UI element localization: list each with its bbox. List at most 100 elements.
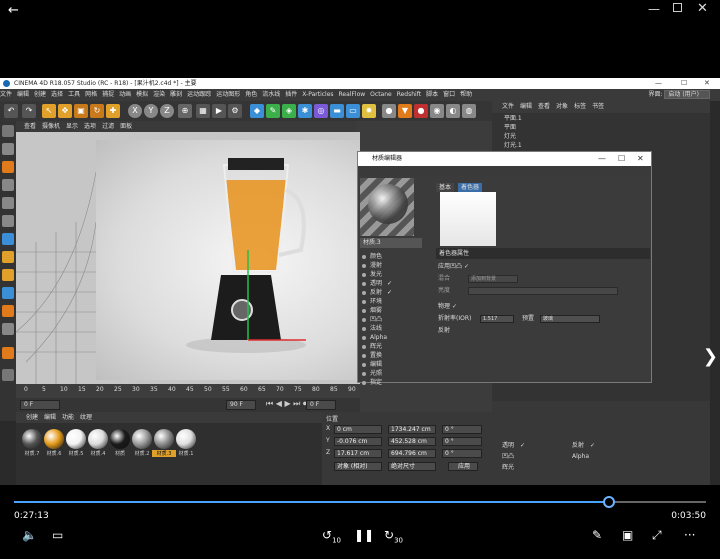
ior-field[interactable]: 1.517 xyxy=(480,315,514,323)
ior-preset-select[interactable]: 玻璃 xyxy=(540,315,600,323)
shader-color-preview[interactable] xyxy=(440,192,496,246)
material-menu-item[interactable]: 纹理 xyxy=(80,414,92,421)
mini-view-icon[interactable]: ▣ xyxy=(622,528,633,542)
frame-start-field[interactable]: 0 F xyxy=(20,400,60,410)
viewport-menu-item[interactable]: 选项 xyxy=(84,123,96,130)
frame-current-field[interactable]: 0 F xyxy=(306,400,336,410)
material-menu-item[interactable]: 编辑 xyxy=(44,414,56,421)
c4d-menu-item[interactable]: 流水线 xyxy=(262,91,280,98)
edit-pen-icon[interactable]: ✎ xyxy=(592,528,602,542)
c4d-menu-item[interactable]: 帮助 xyxy=(460,91,472,98)
timeline-ruler[interactable]: 0 5 10 15 20 25 30 35 40 45 50 55 60 65 70 75 80 85 90 xyxy=(16,384,360,398)
attribute-check[interactable]: ✓ xyxy=(590,442,595,449)
object-row[interactable]: 灯光.1 xyxy=(492,142,710,150)
c4d-menu-item[interactable]: 运动图形 xyxy=(216,91,240,98)
playback-controls-icon[interactable]: ⏮ ◀ ▶ ⏭ ⏺ xyxy=(266,399,307,409)
seek-bar[interactable] xyxy=(14,496,706,508)
size-mode-select[interactable]: 绝对尺寸 xyxy=(388,462,436,471)
video-frame[interactable]: CINEMA 4D R18.057 Studio (RC - R18) - [果… xyxy=(0,78,720,485)
me-close-button[interactable]: ✕ xyxy=(637,152,644,166)
skip-forward-button[interactable]: ↻30 xyxy=(384,528,403,544)
c4d-menu-item[interactable]: 创建 xyxy=(34,91,46,98)
material-name-field[interactable]: 材质.3 xyxy=(360,238,422,248)
object-row[interactable]: 平面 xyxy=(492,124,710,132)
frame-end-field[interactable]: 90 F xyxy=(226,400,256,410)
object-menu-item[interactable]: 编辑 xyxy=(520,103,532,110)
material-swatch[interactable] xyxy=(22,429,42,449)
material-swatch[interactable] xyxy=(110,429,130,449)
more-options-icon[interactable]: ··· xyxy=(684,528,695,542)
c4d-menu-item[interactable]: 捕捉 xyxy=(102,91,114,98)
me-maximize-button[interactable]: ☐ xyxy=(618,152,625,166)
c4d-menu-item[interactable]: 运动跟踪 xyxy=(187,91,211,98)
c4d-menu-item[interactable]: 网格 xyxy=(85,91,97,98)
window-minimize-button[interactable]: — xyxy=(648,2,660,16)
c4d-menu-item[interactable]: 选择 xyxy=(51,91,63,98)
subtitles-icon[interactable]: ▭ xyxy=(52,528,63,542)
c4d-menu-item[interactable]: 脚本 xyxy=(426,91,438,98)
b-rotation-field[interactable]: 0 ° xyxy=(442,449,482,458)
back-button[interactable]: ← xyxy=(8,3,19,18)
object-row[interactable]: 平面.1 xyxy=(492,115,710,123)
object-menu-item[interactable]: 书签 xyxy=(592,103,604,110)
c4d-menu-item[interactable]: 插件 xyxy=(285,91,297,98)
c4d-menu-item[interactable]: Octane xyxy=(370,91,392,98)
viewport-menu-item[interactable]: 面板 xyxy=(120,123,132,130)
c4d-menu-item[interactable]: 雕刻 xyxy=(170,91,182,98)
material-menu-item[interactable]: 功能 xyxy=(62,414,74,421)
material-channel[interactable]: 指定 xyxy=(360,378,430,388)
volume-icon[interactable]: 🔈 xyxy=(22,528,37,542)
object-menu-item[interactable]: 查看 xyxy=(538,103,550,110)
me-minimize-button[interactable]: — xyxy=(598,152,606,166)
viewport[interactable] xyxy=(16,132,360,384)
x-size-field[interactable]: 1734.247 cm xyxy=(388,425,436,434)
material-swatch[interactable] xyxy=(44,429,64,449)
h-rotation-field[interactable]: 0 ° xyxy=(442,425,482,434)
c4d-menu-item[interactable]: 工具 xyxy=(68,91,80,98)
c4d-menu-item[interactable]: X-Particles xyxy=(302,91,333,98)
c4d-menu-item[interactable]: 编辑 xyxy=(17,91,29,98)
material-menu-item[interactable]: 创建 xyxy=(26,414,38,421)
viewport-menu-item[interactable]: 摄像机 xyxy=(42,123,60,130)
window-close-button[interactable]: ✕ xyxy=(697,1,708,16)
window-maximize-button[interactable] xyxy=(673,3,682,12)
c4d-menu-item[interactable]: 角色 xyxy=(245,91,257,98)
c4d-menu-item[interactable]: 文件 xyxy=(0,91,12,98)
tab-basic[interactable]: 基本 xyxy=(436,183,455,192)
viewport-menu-item[interactable]: 过滤 xyxy=(102,123,114,130)
object-menu-item[interactable]: 对象 xyxy=(556,103,568,110)
object-row[interactable]: 灯光 xyxy=(492,133,710,141)
z-size-field[interactable]: 694.796 cm xyxy=(388,449,436,458)
skip-back-button[interactable]: ↺10 xyxy=(322,528,341,544)
viewport-menu-item[interactable]: 显示 xyxy=(66,123,78,130)
c4d-menu-item[interactable]: 动画 xyxy=(119,91,131,98)
material-swatch[interactable] xyxy=(176,429,196,449)
viewport-menu-item[interactable]: 查看 xyxy=(24,123,36,130)
material-swatch[interactable] xyxy=(88,429,108,449)
c4d-menu-item[interactable]: 模拟 xyxy=(136,91,148,98)
y-size-field[interactable]: 452.528 cm xyxy=(388,437,436,446)
attribute-check[interactable]: ✓ xyxy=(520,442,525,449)
next-video-button[interactable]: ❯ xyxy=(703,346,718,367)
apply-button[interactable]: 应用 xyxy=(448,462,478,471)
x-position-field[interactable]: 0 cm xyxy=(334,425,382,434)
seek-thumb[interactable] xyxy=(603,496,616,508)
coord-mode-select[interactable]: 对象 (相对) xyxy=(334,462,382,471)
c4d-menu-item[interactable]: Redshift xyxy=(397,91,421,98)
y-position-field[interactable]: -0.076 cm xyxy=(334,437,382,446)
brightness-slider[interactable] xyxy=(468,287,618,295)
object-menu-item[interactable]: 文件 xyxy=(502,103,514,110)
p-rotation-field[interactable]: 0 ° xyxy=(442,437,482,446)
z-position-field[interactable]: 17.617 cm xyxy=(334,449,382,458)
c4d-menu-item[interactable]: 窗口 xyxy=(443,91,455,98)
c4d-menu-item[interactable]: 渲染 xyxy=(153,91,165,98)
tab-shader[interactable]: 着色器 xyxy=(457,183,482,192)
material-swatch[interactable] xyxy=(154,429,174,449)
object-menu-item[interactable]: 标签 xyxy=(574,103,586,110)
material-swatch[interactable] xyxy=(66,429,86,449)
material-preview[interactable] xyxy=(360,178,414,236)
material-swatch[interactable] xyxy=(132,429,152,449)
fullscreen-icon[interactable]: ⤢ xyxy=(652,528,662,543)
c4d-menu-item[interactable]: RealFlow xyxy=(339,91,366,98)
mix-mode-select[interactable]: 添加到背景 xyxy=(468,275,518,283)
